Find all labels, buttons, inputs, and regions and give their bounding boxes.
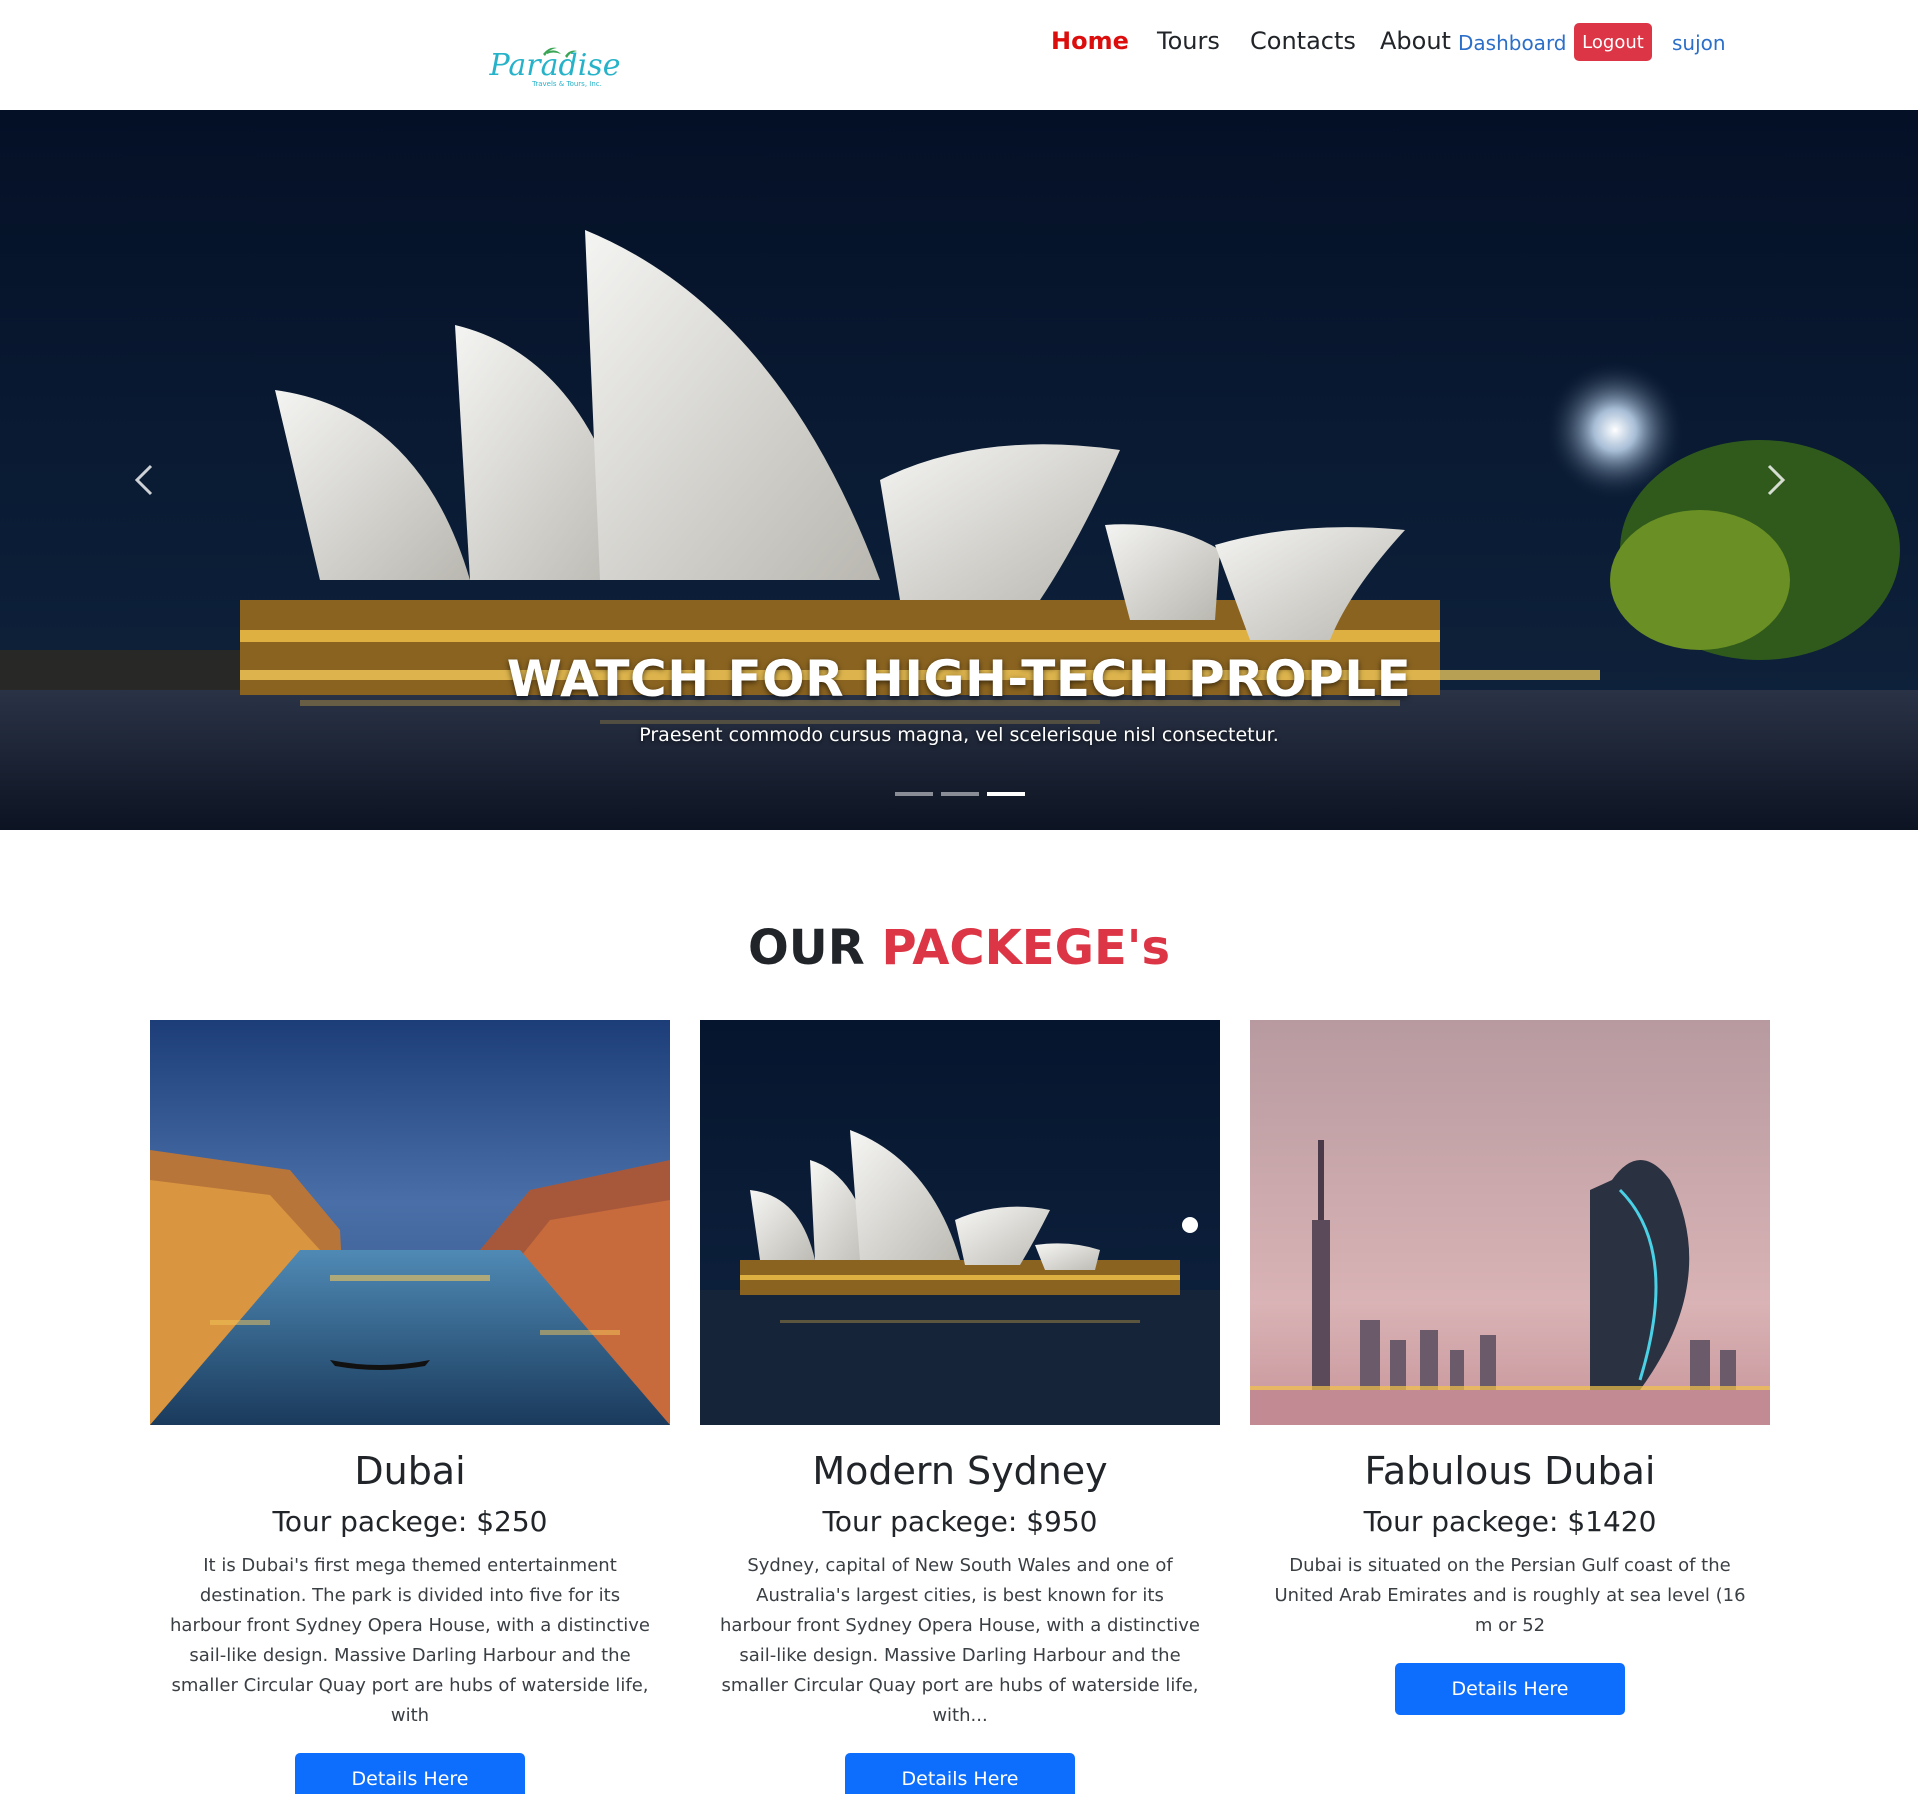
package-price: Tour packege: $250 <box>272 1505 548 1538</box>
package-description: It is Dubai's first mega themed entertai… <box>170 1555 650 1726</box>
details-button[interactable]: Details Here <box>845 1753 1075 1794</box>
package-card: Fabulous Dubai Tour packege: $1420 Dubai… <box>1250 1020 1770 1715</box>
carousel-indicators <box>895 792 1025 798</box>
package-image-venice-canal <box>150 1020 670 1425</box>
paradise-logo-icon: Paradise Travels & Tours, Inc. <box>489 47 621 88</box>
chevron-left-icon <box>134 464 153 496</box>
brand-logo[interactable]: Paradise Travels & Tours, Inc. <box>455 42 655 92</box>
venice-canal-image <box>150 1020 670 1425</box>
package-card: Dubai Tour packege: $250 It is Dubai's f… <box>150 1020 670 1794</box>
dubai-skyline-image <box>1250 1020 1770 1425</box>
package-image-dubai-skyline <box>1250 1020 1770 1425</box>
packages-heading-plain: OUR <box>747 920 865 976</box>
package-title: Fabulous Dubai <box>1364 1449 1656 1493</box>
carousel-indicator-1[interactable] <box>895 792 933 796</box>
details-button[interactable]: Details Here <box>295 1753 525 1794</box>
carousel-subtitle: Praesent commodo cursus magna, vel scele… <box>639 724 1279 746</box>
details-button[interactable]: Details Here <box>1395 1663 1625 1715</box>
carousel-indicator-3-active[interactable] <box>987 792 1025 796</box>
chevron-right-icon <box>1767 464 1786 496</box>
sydney-opera-house-image <box>700 1020 1220 1425</box>
hero-carousel: WATCH FOR HIGH-TECH PROPLE Praesent comm… <box>0 110 1918 830</box>
nav-dashboard-link[interactable]: Dashboard <box>1458 26 1567 60</box>
carousel-next-button[interactable] <box>1745 440 1805 520</box>
packages-heading: OUR PACKEGE's <box>0 920 1918 976</box>
package-description: Dubai is situated on the Persian Gulf co… <box>1274 1555 1746 1636</box>
nav-about-link[interactable]: About <box>1380 24 1451 58</box>
navbar: Paradise Travels & Tours, Inc. Home Tour… <box>0 0 1918 110</box>
svg-text:Paradise: Paradise <box>489 48 621 83</box>
nav-home-link[interactable]: Home <box>1051 24 1129 58</box>
svg-text:Travels & Tours, Inc.: Travels & Tours, Inc. <box>531 80 602 88</box>
package-description: Sydney, capital of New South Wales and o… <box>720 1555 1200 1726</box>
carousel-title: WATCH FOR HIGH-TECH PROPLE <box>506 650 1412 708</box>
carousel-caption: WATCH FOR HIGH-TECH PROPLE Praesent comm… <box>0 650 1918 746</box>
logout-button[interactable]: Logout <box>1574 23 1652 61</box>
carousel-indicator-2[interactable] <box>941 792 979 796</box>
package-price: Tour packege: $1420 <box>1363 1505 1657 1538</box>
package-image-sydney-opera <box>700 1020 1220 1425</box>
package-title: Dubai <box>354 1449 466 1493</box>
package-title: Modern Sydney <box>812 1449 1108 1493</box>
package-price: Tour packege: $950 <box>822 1505 1098 1538</box>
package-card: Modern Sydney Tour packege: $950 Sydney,… <box>700 1020 1220 1794</box>
nav-contacts-link[interactable]: Contacts <box>1250 24 1356 58</box>
packages-heading-accent: PACKEGE's <box>881 920 1171 976</box>
nav-tours-link[interactable]: Tours <box>1157 24 1220 58</box>
user-name-link[interactable]: sujon <box>1672 26 1726 60</box>
carousel-prev-button[interactable] <box>115 440 175 520</box>
